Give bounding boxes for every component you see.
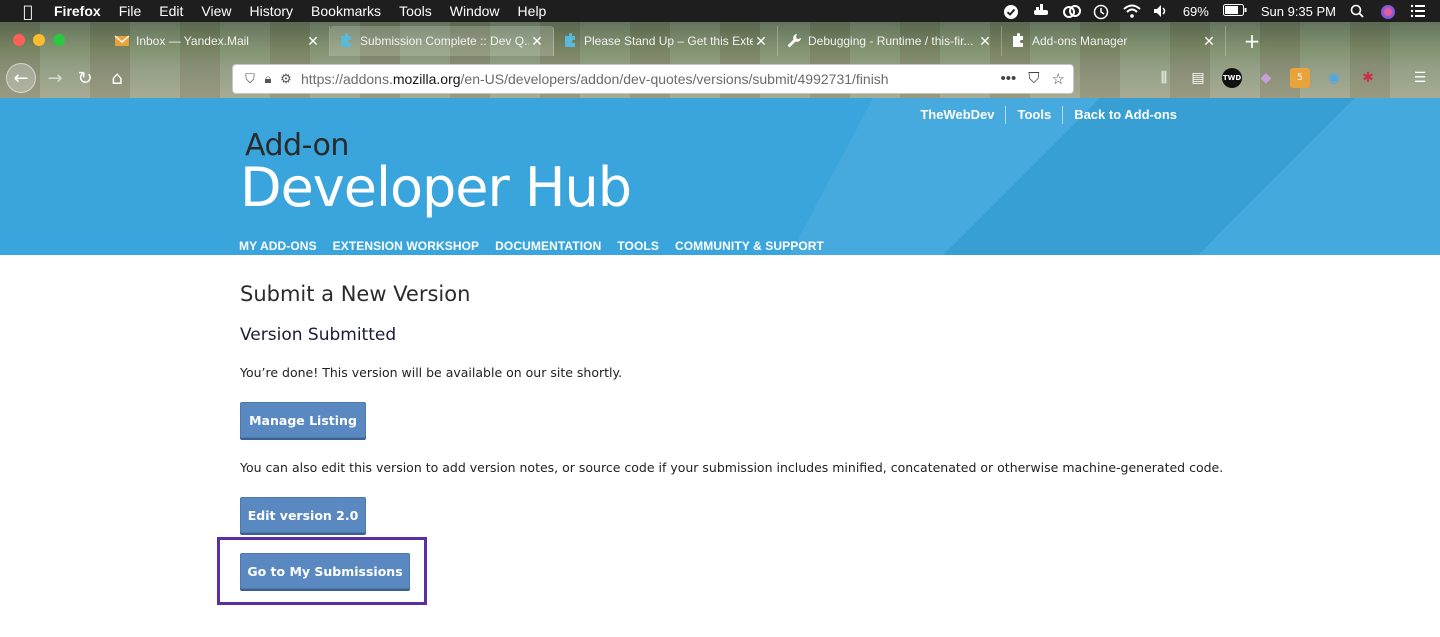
- page-title: Submit a New Version: [240, 282, 471, 306]
- tab-title: Submission Complete :: Dev Q...: [360, 34, 529, 48]
- wifi-icon[interactable]: [1123, 4, 1141, 18]
- mail-icon: [114, 33, 130, 49]
- menu-help[interactable]: Help: [518, 3, 547, 19]
- menu-window[interactable]: Window: [450, 3, 500, 19]
- spotlight-search-icon[interactable]: [1350, 4, 1366, 18]
- hub-main-nav: MY ADD-ONS EXTENSION WORKSHOP DOCUMENTAT…: [239, 239, 824, 253]
- navigation-toolbar: ← → ↻ ⌂ ⛉ 🔒︎ ⚙︎ https://addons.mozilla.o…: [0, 60, 1440, 98]
- edit-version-button[interactable]: Edit version 2.0: [240, 497, 366, 533]
- extension-icon[interactable]: ◆: [1256, 68, 1276, 88]
- nav-extension-workshop[interactable]: EXTENSION WORKSHOP: [333, 239, 479, 253]
- time-machine-icon[interactable]: [1093, 4, 1109, 20]
- tab-title: Debugging - Runtime / this-fir...: [808, 34, 974, 48]
- clock[interactable]: Sun 9:35 PM: [1261, 4, 1336, 19]
- forward-arrow-icon[interactable]: →: [40, 63, 70, 93]
- tools-link[interactable]: Tools: [1005, 106, 1062, 124]
- minimize-window-icon[interactable]: [33, 34, 45, 46]
- permissions-icon[interactable]: ⚙︎: [277, 71, 295, 87]
- menu-edit[interactable]: Edit: [159, 3, 183, 19]
- checkmark-circle-icon[interactable]: [1003, 4, 1019, 19]
- user-link[interactable]: TheWebDev: [909, 106, 1005, 124]
- battery-percent[interactable]: 69%: [1183, 4, 1209, 19]
- tab-addons-manager[interactable]: Add-ons Manager ✕: [1002, 26, 1226, 56]
- home-icon[interactable]: ⌂: [102, 63, 132, 93]
- status-area: 69% Sun 9:35 PM: [1003, 0, 1426, 22]
- zoom-window-icon[interactable]: [53, 34, 65, 46]
- lock-icon[interactable]: 🔒︎: [259, 71, 277, 87]
- header-top-links: TheWebDev Tools Back to Add-ons: [909, 106, 1188, 124]
- nav-my-addons[interactable]: MY ADD-ONS: [239, 239, 317, 253]
- nav-community-support[interactable]: COMMUNITY & SUPPORT: [675, 239, 824, 253]
- done-message: You’re done! This version will be availa…: [240, 365, 623, 380]
- close-tab-icon[interactable]: ✕: [753, 33, 769, 50]
- menu-bookmarks[interactable]: Bookmarks: [311, 3, 381, 19]
- menu-view[interactable]: View: [201, 3, 231, 19]
- developer-hub-header: TheWebDev Tools Back to Add-ons Add-on D…: [0, 98, 1440, 255]
- tab-title: Please Stand Up – Get this Exte...: [584, 34, 753, 48]
- tab-please-stand-up[interactable]: Please Stand Up – Get this Exte... ✕: [554, 26, 778, 56]
- close-tab-icon[interactable]: ✕: [1201, 33, 1217, 50]
- docker-icon[interactable]: [1033, 4, 1049, 18]
- tab-title: Inbox — Yandex.Mail: [136, 34, 249, 48]
- macos-menu-bar:  Firefox File Edit View History Bookmar…: [0, 0, 1440, 22]
- twd-extension-icon[interactable]: TWD: [1222, 68, 1242, 88]
- tab-yandex-mail[interactable]: Inbox — Yandex.Mail ✕: [106, 26, 330, 56]
- volume-icon[interactable]: [1153, 4, 1169, 18]
- globe-extension-icon[interactable]: ◉: [1324, 68, 1344, 88]
- back-arrow-icon[interactable]: ←: [6, 63, 36, 93]
- highlight-box: [217, 537, 427, 605]
- manage-listing-button[interactable]: Manage Listing: [240, 402, 366, 438]
- browser-chrome: Inbox — Yandex.Mail ✕ Submission Complet…: [0, 22, 1440, 98]
- puzzle-icon: [562, 33, 578, 49]
- menu-history[interactable]: History: [249, 3, 293, 19]
- window-controls: [13, 34, 65, 46]
- pocket-icon[interactable]: ⛉: [1028, 70, 1039, 88]
- edit-hint-text: You can also edit this version to add ve…: [240, 460, 1224, 475]
- menu-app-name[interactable]: Firefox: [54, 3, 101, 19]
- puzzle-icon: [1010, 33, 1026, 49]
- close-tab-icon[interactable]: ✕: [305, 33, 321, 50]
- section-heading: Version Submitted: [240, 325, 397, 345]
- address-bar[interactable]: ⛉ 🔒︎ ⚙︎ https://addons.mozilla.org/en-US…: [232, 64, 1074, 94]
- tab-strip: Inbox — Yandex.Mail ✕ Submission Complet…: [106, 26, 1264, 56]
- notification-center-icon[interactable]: [1410, 4, 1426, 18]
- library-icon[interactable]: ⫼: [1154, 68, 1174, 88]
- bug-extension-icon[interactable]: ✱: [1358, 68, 1378, 88]
- reader-view-icon[interactable]: ▤: [1188, 68, 1208, 88]
- menu-file[interactable]: File: [119, 3, 142, 19]
- puzzle-icon: [338, 33, 354, 49]
- tab-submission-complete[interactable]: Submission Complete :: Dev Q... ✕: [330, 26, 554, 56]
- close-window-icon[interactable]: [13, 34, 25, 46]
- bookmark-star-icon[interactable]: ☆: [1052, 70, 1065, 88]
- wrench-icon: [786, 33, 802, 49]
- logo-developer-hub-text[interactable]: Developer Hub: [240, 156, 632, 219]
- page-actions-icon[interactable]: •••: [1001, 70, 1017, 88]
- toolbar-icons: ⫼ ▤ TWD ◆ 5 ◉ ✱ ☰: [1154, 68, 1430, 88]
- reload-icon[interactable]: ↻: [70, 63, 100, 93]
- url-text[interactable]: https://addons.mozilla.org/en-US/develop…: [301, 71, 889, 87]
- close-tab-icon[interactable]: ✕: [529, 33, 545, 50]
- siri-icon[interactable]: [1380, 4, 1396, 19]
- nav-tools[interactable]: TOOLS: [617, 239, 659, 253]
- creative-cloud-icon[interactable]: [1062, 4, 1081, 18]
- shield-icon[interactable]: ⛉: [241, 71, 259, 87]
- tab-title: Add-ons Manager: [1032, 34, 1128, 48]
- new-tab-plus-icon[interactable]: +: [1240, 26, 1264, 56]
- close-tab-icon[interactable]: ✕: [977, 33, 993, 50]
- menu-hamburger-icon[interactable]: ☰: [1410, 68, 1430, 88]
- tab-debugging-runtime[interactable]: Debugging - Runtime / this-fir... ✕: [778, 26, 1002, 56]
- extension-badge-icon[interactable]: 5: [1290, 68, 1310, 88]
- apple-icon[interactable]: : [18, 2, 38, 21]
- back-to-addons-link[interactable]: Back to Add-ons: [1062, 106, 1188, 124]
- menu-tools[interactable]: Tools: [399, 3, 432, 19]
- battery-icon[interactable]: [1222, 4, 1247, 18]
- nav-documentation[interactable]: DOCUMENTATION: [495, 239, 601, 253]
